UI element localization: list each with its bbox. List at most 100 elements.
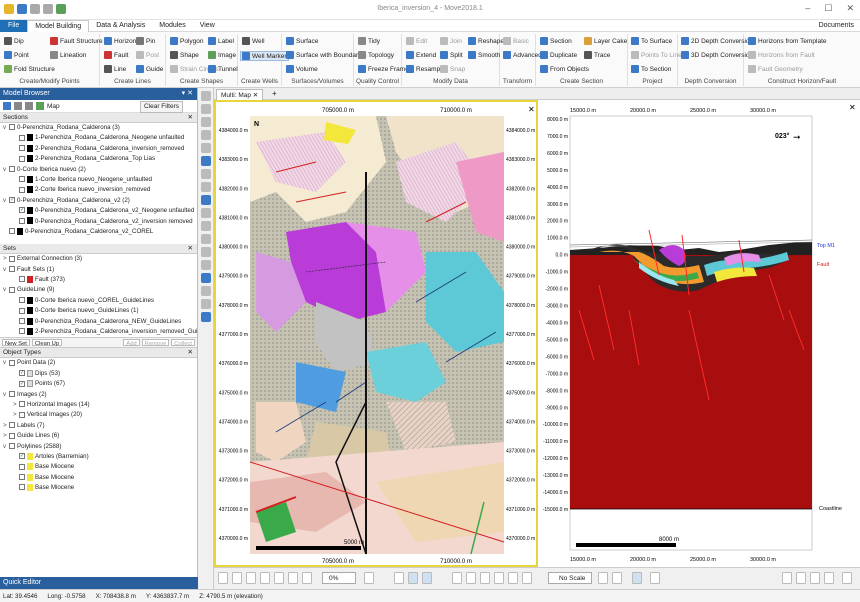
visibility-checkbox[interactable]	[9, 228, 15, 235]
object-type-row[interactable]: > Horizontal Images (14)	[0, 400, 197, 410]
menu-model-building[interactable]: Model Building	[27, 19, 90, 32]
point-button[interactable]: Point	[4, 51, 29, 59]
collapse-icon[interactable]: ✕	[188, 113, 193, 123]
add-button[interactable]: Add	[123, 339, 140, 347]
visibility-checkbox[interactable]	[19, 411, 25, 418]
visibility-checkbox[interactable]	[19, 155, 25, 162]
line-button[interactable]: Line	[104, 65, 126, 73]
measure-icon[interactable]	[200, 130, 211, 140]
frame-icon[interactable]	[218, 572, 228, 584]
color-swatch[interactable]	[27, 463, 33, 471]
join-button[interactable]: Join	[440, 37, 462, 45]
visibility-checkbox[interactable]	[19, 186, 25, 193]
section-view[interactable]: 8000.0 m 7000.0 m 6000.0 m 5000.0 m 4000.0 m…	[539, 100, 860, 567]
tab-multi-map[interactable]: Multi: Map ✕	[216, 89, 264, 100]
zoom-selection-icon[interactable]	[508, 572, 518, 584]
set-row[interactable]: > External Connection (3)	[0, 254, 197, 264]
image-button[interactable]: Image	[208, 51, 236, 59]
color-swatch[interactable]	[27, 307, 33, 315]
filter-icon[interactable]	[3, 102, 11, 110]
visibility-checkbox[interactable]	[19, 318, 25, 324]
section-row[interactable]: v 0-Perenchiza_Rodana_Calderona (3)	[0, 123, 197, 133]
vertical-exag-icon[interactable]	[364, 572, 374, 584]
object-type-row[interactable]: ✓ Artoles (Barremian)	[0, 452, 197, 462]
object-type-row[interactable]: Base Miocene	[0, 462, 197, 472]
zoom-icon[interactable]	[200, 143, 211, 153]
object-type-row[interactable]: > Labels (7)	[0, 421, 197, 431]
fault-button[interactable]: Fault	[104, 51, 128, 59]
horizon-button[interactable]: Horizon	[104, 37, 136, 45]
layout-icon[interactable]	[782, 572, 792, 584]
duplicate-button[interactable]: Duplicate	[540, 51, 577, 59]
layout4-icon[interactable]	[824, 572, 834, 584]
basic-button[interactable]: Basic	[503, 37, 529, 45]
eye-icon[interactable]	[200, 273, 211, 283]
split-view-icon[interactable]	[408, 572, 418, 584]
volume-button[interactable]: Volume	[286, 65, 318, 73]
section-row[interactable]: 2-Perenchiza_Rodana_Calderona_inversion_…	[0, 144, 197, 154]
tile-view-icon[interactable]	[422, 572, 432, 584]
visibility-checkbox[interactable]	[19, 307, 25, 314]
set-row[interactable]: v Fault Sets (1)	[0, 265, 197, 275]
clean-up-button[interactable]: Clean Up	[31, 339, 63, 347]
snap-button[interactable]: Snap	[440, 65, 465, 73]
color-swatch[interactable]	[27, 369, 33, 377]
from-objects-button[interactable]: From Objects	[540, 65, 589, 73]
color-swatch[interactable]	[27, 206, 33, 214]
color-swatch[interactable]	[27, 175, 33, 183]
guide-button[interactable]: Guide	[136, 65, 163, 73]
map-canvas[interactable]: 4384000.0 m 4383000.0 m 4382000.0 m 4381000…	[216, 102, 536, 565]
zoom-field[interactable]: 0%	[322, 572, 356, 584]
well-button[interactable]: Well	[242, 37, 265, 45]
smooth-button[interactable]: Smooth	[468, 51, 500, 59]
collect-button[interactable]: Collect	[171, 339, 195, 347]
visibility-checkbox[interactable]	[19, 276, 25, 283]
visibility-checkbox[interactable]	[19, 463, 25, 470]
section-row[interactable]: ✓ 0-Perenchiza_Rodana_Calderona_v2_Neogen…	[0, 206, 197, 216]
visibility-checkbox[interactable]	[19, 134, 25, 141]
color-swatch[interactable]	[27, 473, 33, 481]
visibility-checkbox[interactable]	[9, 286, 15, 293]
color-swatch[interactable]	[27, 483, 33, 491]
visibility-checkbox[interactable]: ✓	[9, 197, 15, 204]
object-type-row[interactable]: v Point Data (2)	[0, 358, 197, 368]
panel-pin-icon[interactable]: ▾ ✕	[182, 88, 193, 100]
color-swatch[interactable]	[27, 296, 33, 304]
color-swatch[interactable]	[27, 327, 33, 335]
visibility-checkbox[interactable]	[9, 432, 15, 439]
pick-icon[interactable]	[200, 156, 211, 166]
object-type-row[interactable]: ✓ Points (67)	[0, 379, 197, 389]
visibility-checkbox[interactable]	[19, 484, 25, 491]
trace-button[interactable]: Trace	[584, 51, 610, 59]
color-swatch[interactable]	[27, 317, 33, 325]
label-button[interactable]: Label	[208, 37, 234, 45]
pan-icon[interactable]	[200, 117, 211, 127]
box-select-icon[interactable]	[200, 221, 211, 231]
color-swatch[interactable]	[27, 275, 33, 283]
file-menu[interactable]: File	[0, 19, 28, 32]
tab-close-icon[interactable]: ✕	[253, 92, 258, 99]
dip-button[interactable]: Dip	[4, 37, 24, 45]
quick-editor-header[interactable]: Quick Editor	[0, 577, 198, 589]
post-button[interactable]: Post	[136, 51, 159, 59]
visibility-checkbox[interactable]: ✓	[19, 207, 25, 214]
extend-button[interactable]: Extend	[406, 51, 436, 59]
erase-icon[interactable]	[200, 182, 211, 192]
visibility-checkbox[interactable]	[9, 255, 15, 262]
section-button[interactable]: Section	[540, 37, 572, 45]
section-row[interactable]: 1-Perenchiza_Rodana_Calderona_Neogene un…	[0, 133, 197, 143]
horizons-fault-button[interactable]: Horizons from Fault	[748, 51, 815, 59]
fault-structure-button[interactable]: Fault Structure	[50, 37, 103, 45]
object-type-row[interactable]: v Polylines (2588)	[0, 442, 197, 452]
lasso-icon[interactable]	[200, 208, 211, 218]
object-type-row[interactable]: > Vertical Images (20)	[0, 410, 197, 420]
collapse-icon[interactable]: ✕	[188, 348, 193, 358]
to-section-button[interactable]: To Section	[631, 65, 671, 73]
map-view[interactable]: 4384000.0 m 4383000.0 m 4382000.0 m 4381000…	[214, 100, 538, 567]
visibility-checkbox[interactable]	[9, 124, 15, 131]
grid-icon[interactable]	[200, 299, 211, 309]
visibility-checkbox[interactable]: ✓	[19, 370, 25, 377]
visibility-checkbox[interactable]	[9, 390, 15, 397]
zoom-fit-icon[interactable]	[452, 572, 462, 584]
camera-icon[interactable]	[246, 572, 256, 584]
